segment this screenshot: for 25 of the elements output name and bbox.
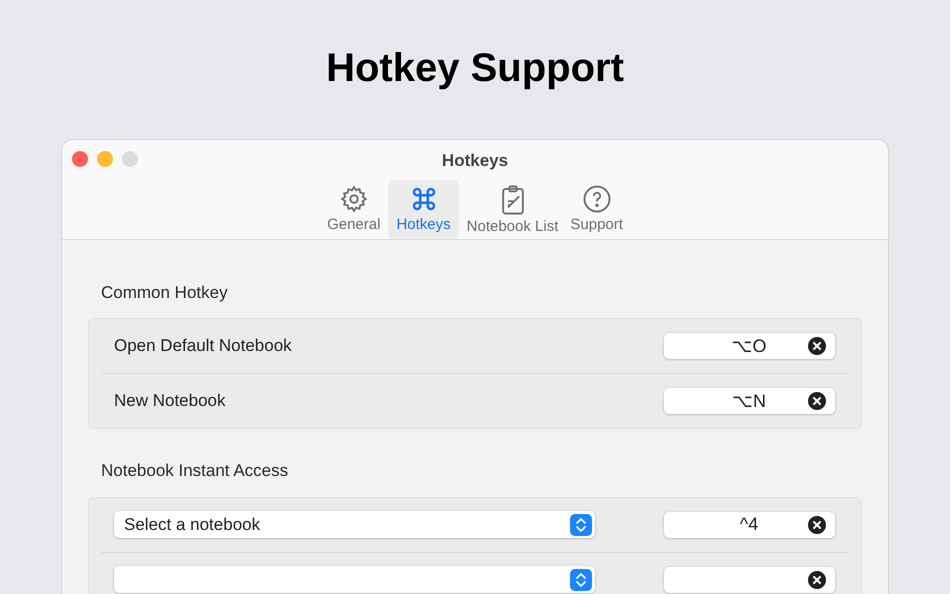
clear-icon[interactable] [808,392,826,410]
clear-icon[interactable] [808,337,826,355]
hotkey-label: Open Default Notebook [113,335,292,358]
help-icon [582,184,612,214]
gear-icon [338,184,369,214]
clear-icon[interactable] [808,516,826,534]
toolbar-tab[interactable]: Support [566,180,627,238]
toolbar-tab[interactable]: Notebook List [462,180,562,238]
hotkey-field[interactable]: ⌥N [664,388,835,414]
chevron-updown-icon [570,514,592,536]
close-window-button[interactable] [72,151,88,167]
page-heading: Hotkey Support [326,45,624,92]
hotkey-field[interactable]: ^4 [664,512,835,538]
hotkey-label: New Notebook [113,390,226,412]
window-title: Hotkeys [442,150,508,172]
section-heading: Common Hotkey [100,282,229,304]
notebook-dropdown[interactable] [114,566,595,593]
toolbar-tab[interactable]: Hotkeys [388,180,459,238]
chevron-updown-icon [570,568,592,590]
hotkey-field[interactable] [664,566,835,592]
clear-icon[interactable] [808,570,826,588]
notebook-dropdown[interactable]: Select a notebook [114,511,595,538]
hotkey-field[interactable]: ⌥O [664,333,835,359]
toolbar-tab[interactable]: General [323,180,384,238]
section-heading: Notebook Instant Access [100,460,290,482]
